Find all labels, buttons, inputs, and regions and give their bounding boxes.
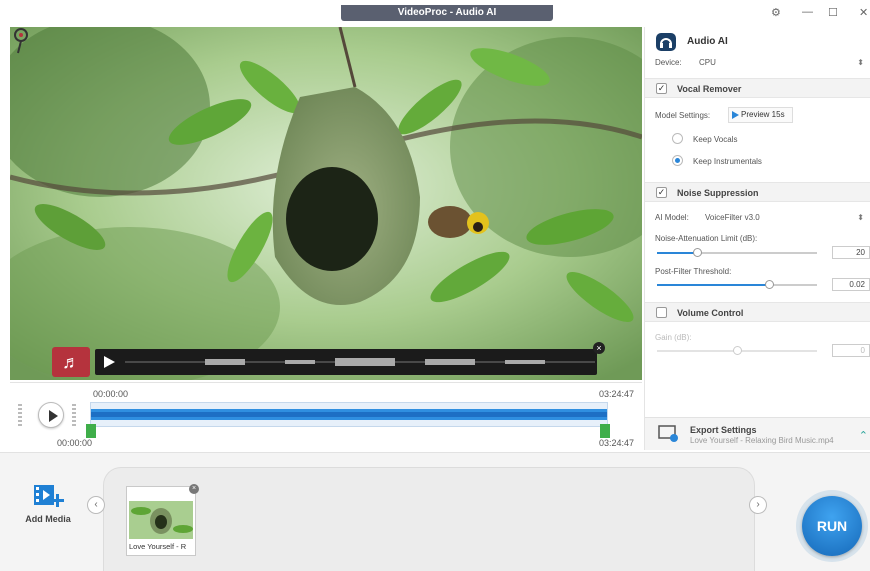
- start-time-bottom: 00:00:00: [57, 438, 93, 448]
- attenuation-slider[interactable]: [657, 248, 817, 257]
- attenuation-slider-knob[interactable]: [693, 248, 702, 257]
- media-item[interactable]: Love Yourself - R ×: [126, 484, 199, 556]
- waveform-graphic: [91, 409, 607, 420]
- vocal-remover-checkbox[interactable]: ✓: [656, 83, 667, 94]
- volume-control-checkbox[interactable]: [656, 307, 667, 318]
- export-settings-icon: [658, 425, 678, 442]
- vocal-remover-title: Vocal Remover: [677, 84, 742, 94]
- vocal-remover-section: ✓ Vocal Remover: [645, 78, 870, 98]
- postfilter-label: Post-Filter Threshold:: [655, 267, 732, 276]
- preview-frame-image: [10, 27, 642, 380]
- postfilter-slider-knob[interactable]: [765, 280, 774, 289]
- export-settings[interactable]: Export Settings Love Yourself - Relaxing…: [645, 417, 870, 450]
- ai-model-select-arrow-icon[interactable]: ⬍: [857, 213, 864, 222]
- audio-ai-icon: [656, 33, 676, 51]
- media-thumbnail: [129, 501, 193, 539]
- media-bar: Add Media ‹ › Love Yourself - R × RUN: [0, 452, 870, 571]
- media-tray: [103, 467, 755, 571]
- export-settings-title: Export Settings: [690, 425, 757, 435]
- export-filename: Love Yourself - Relaxing Bird Music.mp4: [690, 436, 834, 445]
- play-button[interactable]: [38, 402, 64, 428]
- thumbnail-image: [129, 501, 193, 539]
- ai-model-label: AI Model:: [655, 213, 689, 222]
- noise-suppression-checkbox[interactable]: ✓: [656, 187, 667, 198]
- run-button[interactable]: RUN: [802, 496, 862, 556]
- keep-instrumentals-label: Keep Instrumentals: [693, 157, 762, 166]
- start-time-top: 00:00:00: [93, 389, 129, 399]
- noise-suppression-title: Noise Suppression: [677, 188, 759, 198]
- play-icon[interactable]: [104, 356, 115, 368]
- add-media-button[interactable]: Add Media: [22, 482, 74, 524]
- timeline: 00:00:00 03:24:47 00:00:00 03:24:47: [10, 382, 642, 450]
- audio-player-bar[interactable]: [95, 349, 597, 375]
- device-select-arrow-icon[interactable]: ⬍: [857, 58, 864, 67]
- scroll-right-button[interactable]: ›: [749, 496, 767, 514]
- attenuation-value[interactable]: 20: [832, 246, 870, 259]
- gain-slider-knob[interactable]: [733, 346, 742, 355]
- window-title: VideoProc - Audio AI: [341, 5, 553, 21]
- keep-instrumentals-radio[interactable]: [672, 155, 683, 166]
- postfilter-slider[interactable]: [657, 280, 817, 289]
- audio-waveform-track[interactable]: [90, 402, 608, 427]
- title-bar: VideoProc - Audio AI ⚙ — ☐ ✕: [0, 0, 870, 24]
- microphone-icon: [14, 28, 28, 54]
- close-button[interactable]: ✕: [859, 6, 868, 19]
- noise-suppression-section: ✓ Noise Suppression: [645, 182, 870, 202]
- run-button-ring: RUN: [796, 490, 868, 562]
- trim-end-handle[interactable]: [600, 424, 610, 438]
- add-media-label: Add Media: [25, 514, 71, 524]
- model-settings-label: Model Settings:: [655, 111, 711, 120]
- gain-slider[interactable]: [657, 346, 817, 355]
- ai-model-select[interactable]: VoiceFilter v3.0: [705, 213, 760, 222]
- scroll-left-button[interactable]: ‹: [87, 496, 105, 514]
- end-time-bottom: 03:24:47: [599, 438, 635, 448]
- gain-slider-fill: [657, 350, 737, 352]
- postfilter-slider-fill: [657, 284, 769, 286]
- add-media-icon: [34, 485, 64, 507]
- left-grip-handle[interactable]: [18, 404, 22, 426]
- device-select[interactable]: CPU: [699, 58, 716, 67]
- mini-waveform: [125, 358, 595, 366]
- panel-title: Audio AI: [687, 36, 728, 47]
- volume-control-title: Volume Control: [677, 308, 744, 318]
- maximize-button[interactable]: ☐: [828, 6, 838, 19]
- volume-control-section: Volume Control: [645, 302, 870, 322]
- expand-up-icon[interactable]: ⌃: [859, 429, 868, 442]
- preview-button[interactable]: Preview 15s: [728, 107, 793, 123]
- music-note-icon[interactable]: ♬: [52, 347, 90, 377]
- video-preview: ♬ ×: [10, 27, 642, 380]
- audio-ai-panel: Audio AI Device: CPU ⬍ ✓ Vocal Remover M…: [644, 27, 870, 450]
- right-grip-handle[interactable]: [72, 404, 76, 426]
- attenuation-slider-fill: [657, 252, 697, 254]
- device-label: Device:: [655, 58, 682, 67]
- keep-vocals-label: Keep Vocals: [693, 135, 738, 144]
- keep-vocals-radio[interactable]: [672, 133, 683, 144]
- minimize-button[interactable]: —: [802, 6, 813, 18]
- end-time-top: 03:24:47: [599, 389, 635, 399]
- gain-value[interactable]: 0: [832, 344, 870, 357]
- close-player-icon[interactable]: ×: [593, 342, 605, 354]
- settings-gear-icon[interactable]: ⚙: [771, 6, 781, 19]
- postfilter-value[interactable]: 0.02: [832, 278, 870, 291]
- media-item-caption: Love Yourself - R: [129, 542, 187, 551]
- trim-start-handle[interactable]: [86, 424, 96, 438]
- attenuation-label: Noise-Attenuation Limit (dB):: [655, 234, 758, 243]
- gain-label: Gain (dB):: [655, 333, 692, 342]
- remove-media-icon[interactable]: ×: [189, 484, 199, 494]
